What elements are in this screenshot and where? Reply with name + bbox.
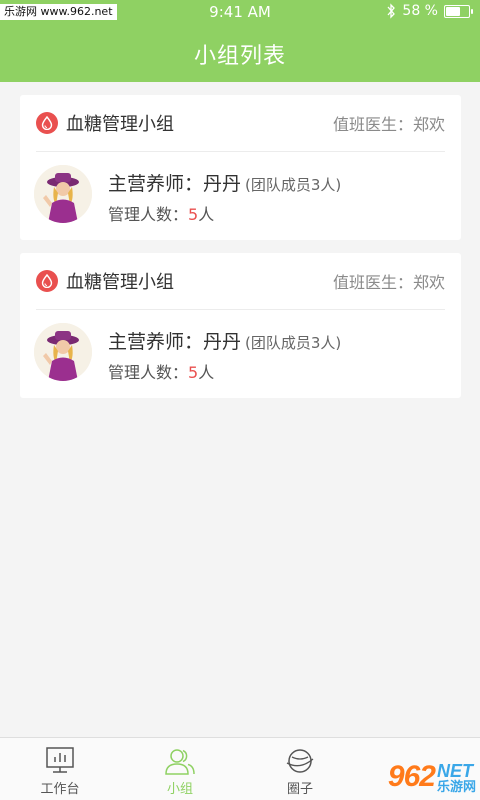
header-bar: 乐游网 www.962.net 9:41 AM 58 % 小组列表	[0, 0, 480, 82]
watermark-cn: 乐游网	[436, 778, 476, 794]
on-duty-doctor: 值班医生：郑欢	[332, 115, 445, 134]
bottom-tab-bar: 工作台 小组 圈子 962 NET 乐游网	[0, 737, 480, 800]
group-card-header: 血糖管理小组 值班医生：郑欢	[36, 95, 445, 152]
circle-planet-icon	[286, 749, 314, 773]
tab-label: 工作台	[40, 782, 80, 797]
managed-unit: 人	[198, 205, 215, 224]
tab-circle[interactable]: 圈子	[240, 738, 360, 800]
avatar	[34, 165, 92, 223]
nutritionist-name: 主营养师：丹丹	[108, 331, 242, 353]
on-duty-doctor: 值班医生：郑欢	[332, 273, 445, 292]
managed-count-line: 管理人数：5人	[108, 359, 214, 383]
group-name: 血糖管理小组	[66, 114, 174, 135]
team-members: (团队成员3人)	[245, 334, 342, 352]
blood-drop-icon	[36, 112, 58, 134]
managed-count: 5	[188, 205, 199, 224]
page-title: 小组列表	[193, 44, 286, 69]
status-bar: 乐游网 www.962.net 9:41 AM 58 %	[0, 0, 480, 24]
status-indicators: 58 %	[386, 3, 473, 19]
workbench-icon	[46, 747, 74, 773]
managed-count: 5	[188, 363, 199, 382]
managed-unit: 人	[198, 363, 215, 382]
tab-workbench[interactable]: 工作台	[0, 738, 120, 800]
managed-count-line: 管理人数：5人	[108, 201, 214, 225]
bluetooth-icon	[387, 3, 396, 19]
group-card-body: 主营养师：丹丹 (团队成员3人) 管理人数：5人	[34, 151, 445, 240]
battery-fill	[446, 6, 460, 16]
tab-label: 小组	[166, 782, 193, 797]
avatar	[34, 323, 92, 381]
battery-icon	[444, 4, 473, 18]
group-name: 血糖管理小组	[66, 272, 174, 293]
group-icon	[165, 749, 195, 775]
nutritionist-line: 主营养师：丹丹 (团队成员3人)	[108, 327, 341, 354]
battery-percent: 58 %	[402, 3, 438, 19]
tab-group[interactable]: 小组	[120, 738, 240, 800]
nutritionist-name: 主营养师：丹丹	[108, 173, 242, 195]
team-members: (团队成员3人)	[245, 176, 342, 194]
group-card-body: 主营养师：丹丹 (团队成员3人) 管理人数：5人	[34, 309, 445, 398]
nutritionist-line: 主营养师：丹丹 (团队成员3人)	[108, 169, 341, 196]
tab-label: 圈子	[286, 782, 313, 797]
watermark-net: NET	[436, 760, 473, 781]
managed-label: 管理人数：	[108, 205, 189, 224]
watermark-number: 962	[387, 760, 436, 793]
managed-label: 管理人数：	[108, 363, 189, 382]
group-card[interactable]: 血糖管理小组 值班医生：郑欢 主营养师：丹丹 (团队成员3人) 管理人数：5人	[20, 253, 461, 398]
blood-drop-icon	[36, 270, 58, 292]
group-card[interactable]: 血糖管理小组 值班医生：郑欢 主营养师：丹丹 (团队成员3人) 管理人数：5人	[20, 95, 461, 240]
group-card-header: 血糖管理小组 值班医生：郑欢	[36, 253, 445, 310]
watermark-bottom: 962 NET 乐游网	[388, 760, 476, 794]
